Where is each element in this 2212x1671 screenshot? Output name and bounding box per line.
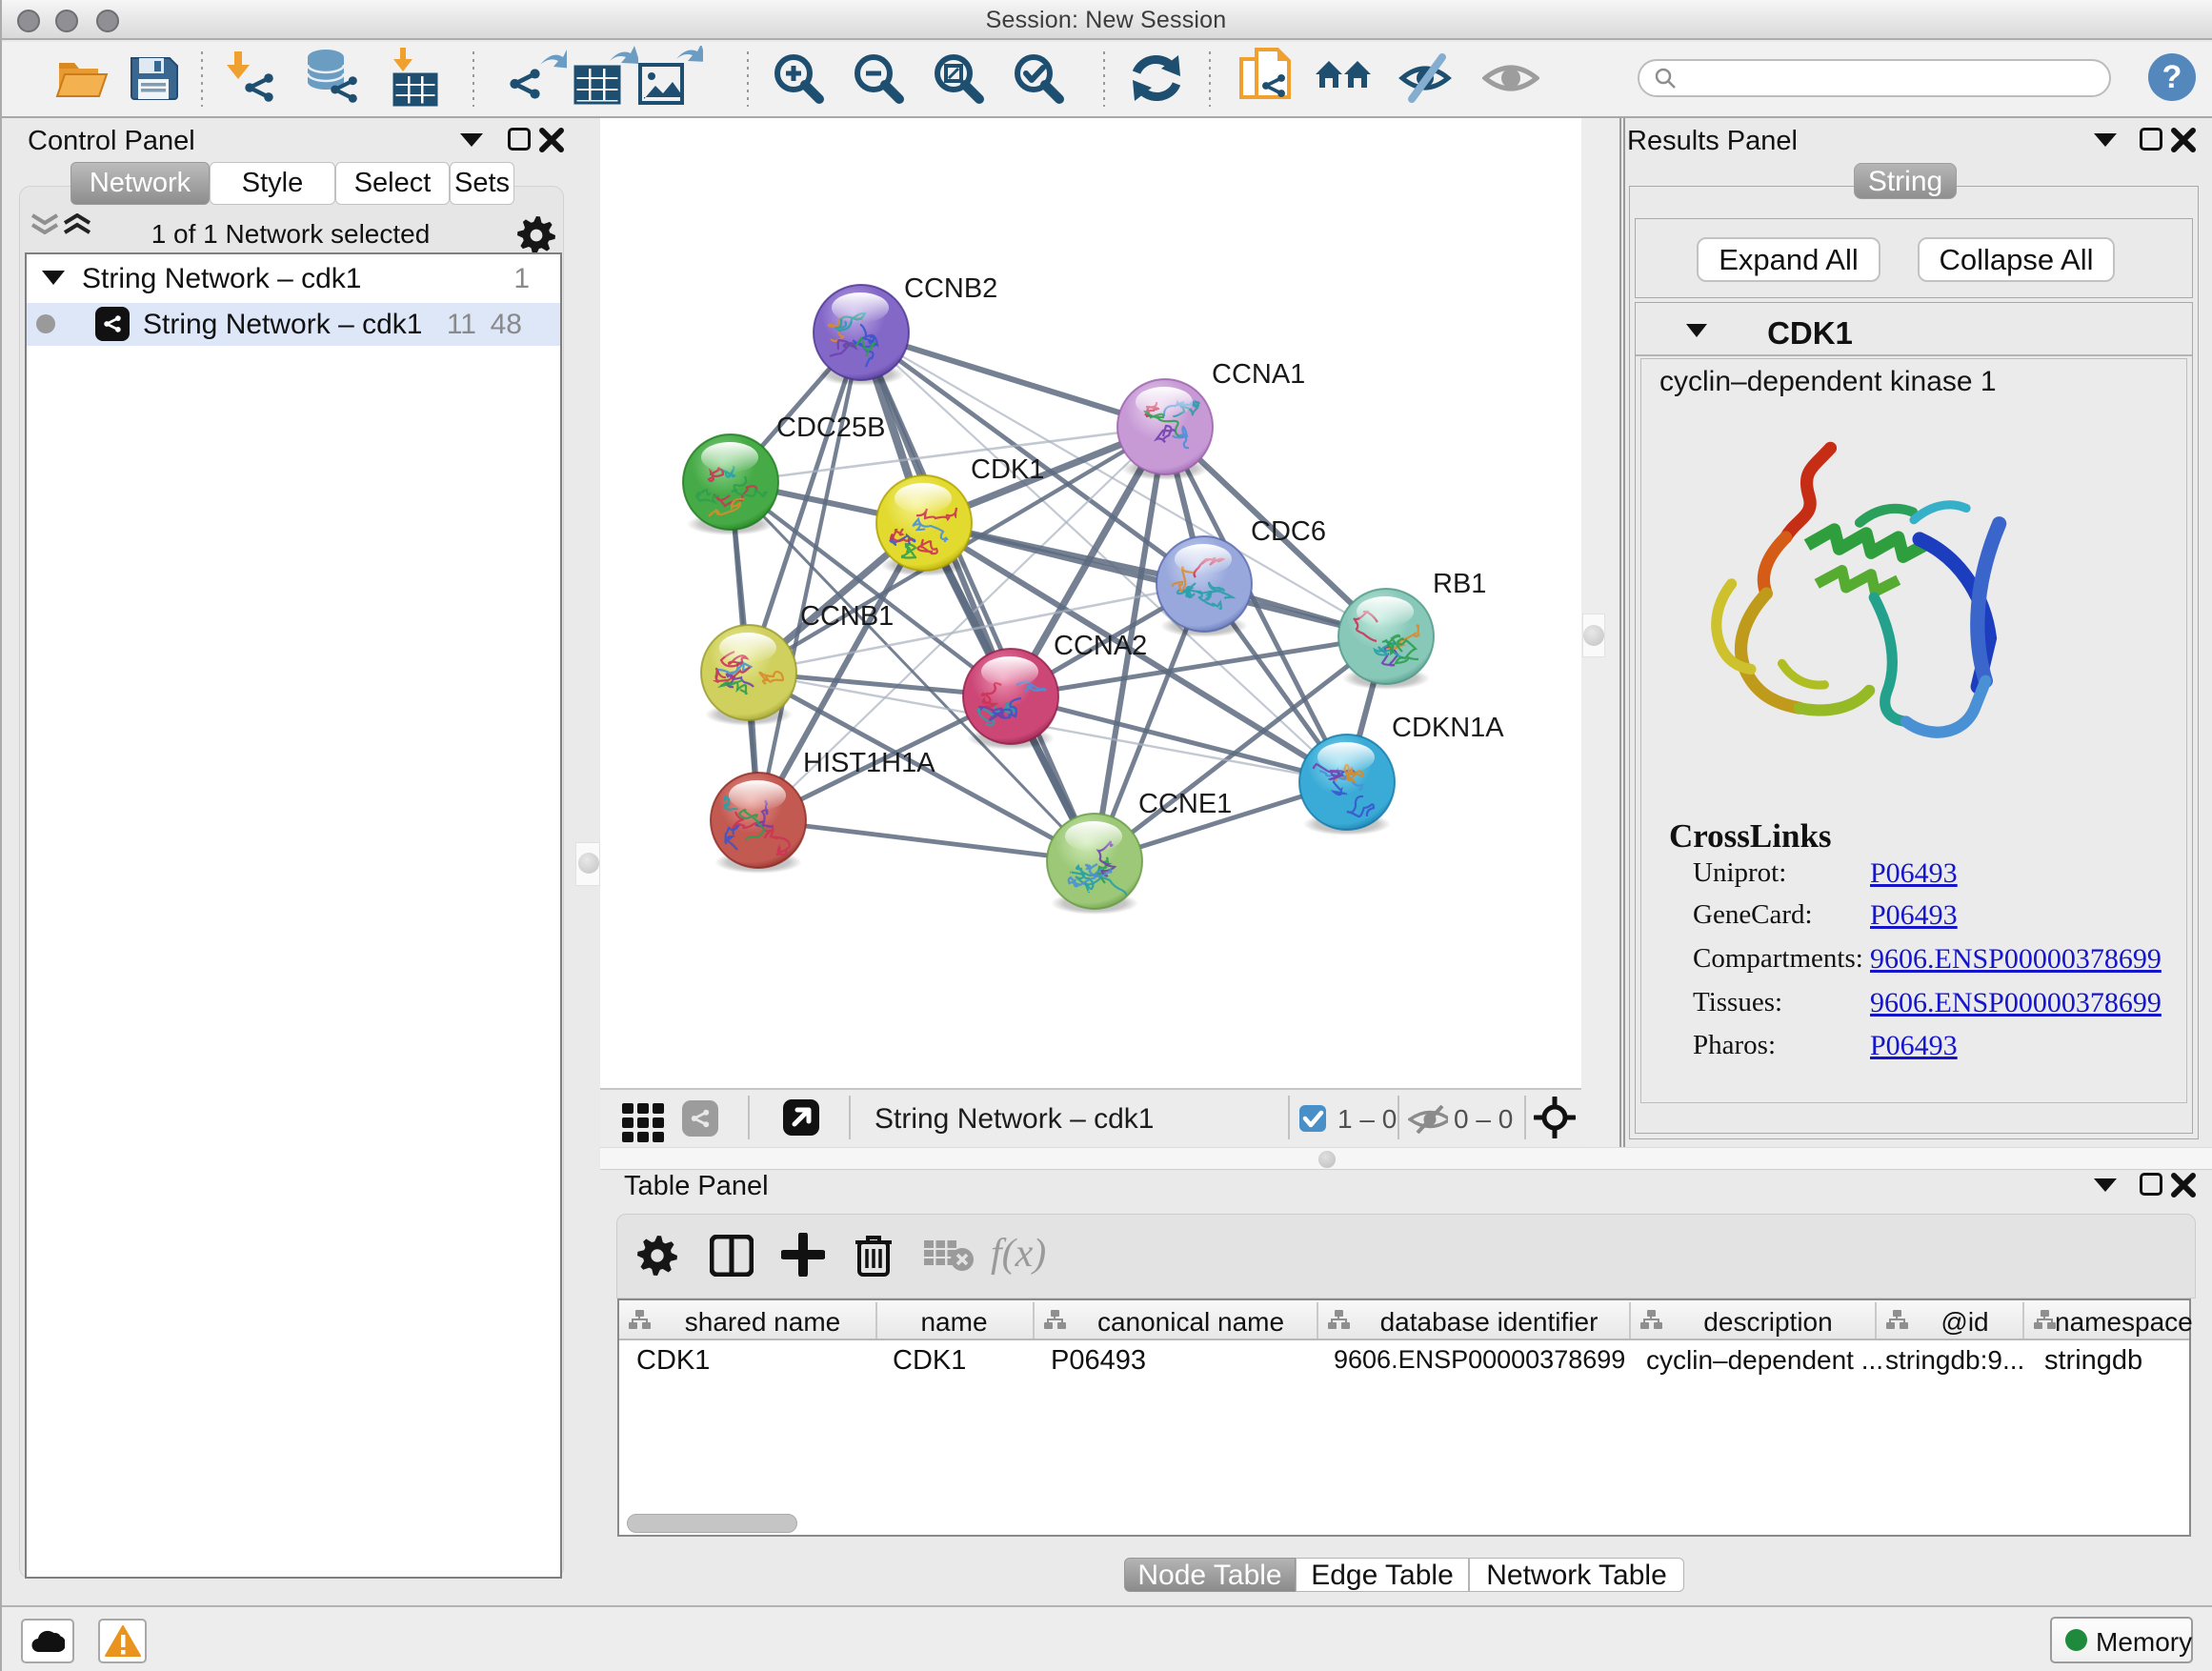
svg-text:RB1: RB1: [1433, 569, 1486, 599]
svg-text:HIST1H1A: HIST1H1A: [803, 748, 935, 778]
svg-text:CCNB2: CCNB2: [904, 273, 997, 304]
svg-text:CCNA2: CCNA2: [1054, 631, 1147, 661]
svg-text:CDKN1A: CDKN1A: [1392, 713, 1504, 743]
svg-text:CDC25B: CDC25B: [776, 413, 885, 443]
svg-text:CCNE1: CCNE1: [1138, 789, 1232, 819]
svg-text:CCNB1: CCNB1: [800, 601, 894, 632]
svg-text:CCNA1: CCNA1: [1212, 359, 1305, 390]
svg-text:CDK1: CDK1: [971, 454, 1044, 485]
svg-text:CDC6: CDC6: [1251, 516, 1326, 547]
